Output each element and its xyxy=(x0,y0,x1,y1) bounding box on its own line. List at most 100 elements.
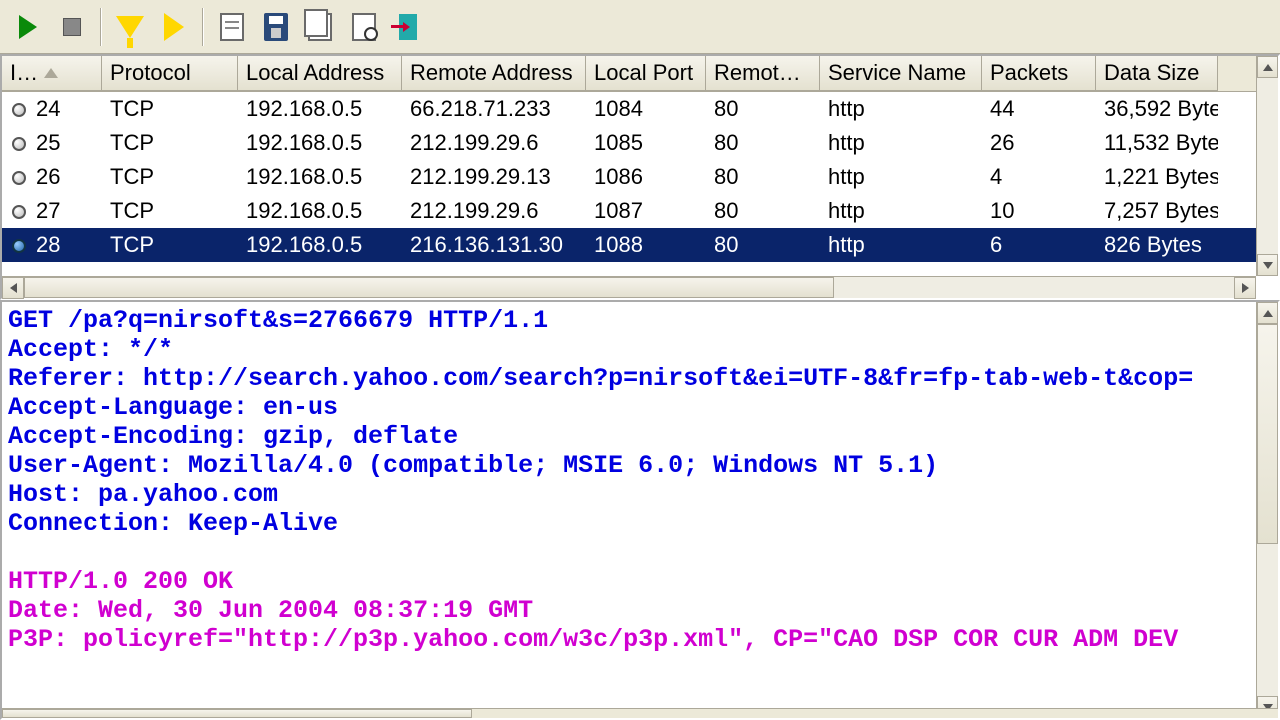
table-cell: 212.199.29.6 xyxy=(402,196,586,226)
table-cell: 7,257 Bytes xyxy=(1096,196,1218,226)
scroll-track[interactable] xyxy=(834,277,1234,298)
chevron-right-icon xyxy=(1242,283,1249,293)
scroll-track[interactable] xyxy=(1257,544,1278,696)
table-row[interactable]: 24TCP192.168.0.566.218.71.233108480http4… xyxy=(2,92,1278,126)
packet-detail-pane: GET /pa?q=nirsoft&s=2766679 HTTP/1.1 Acc… xyxy=(0,300,1280,720)
column-header-remote-address[interactable]: Remote Address xyxy=(402,56,586,91)
table-cell: 4 xyxy=(982,162,1096,192)
table-cell: 80 xyxy=(706,128,820,158)
table-body: 24TCP192.168.0.566.218.71.233108480http4… xyxy=(2,92,1278,298)
table-cell: 25 xyxy=(2,128,102,158)
new-button[interactable] xyxy=(212,7,252,47)
table-cell: TCP xyxy=(102,196,238,226)
column-header-local-address[interactable]: Local Address xyxy=(238,56,402,91)
start-capture-button[interactable] xyxy=(8,7,48,47)
detail-horizontal-scrollbar[interactable] xyxy=(2,708,1278,718)
table-cell: 66.218.71.233 xyxy=(402,94,586,124)
chevron-down-icon xyxy=(1263,262,1273,269)
table-cell: 1,221 Bytes xyxy=(1096,162,1218,192)
table-cell: 24 xyxy=(2,94,102,124)
table-cell: TCP xyxy=(102,128,238,158)
column-header-local-port[interactable]: Local Port xyxy=(586,56,706,91)
column-label: Local Address xyxy=(246,60,384,86)
capture-filter-button[interactable] xyxy=(110,7,150,47)
column-label: Data Size xyxy=(1104,60,1199,86)
table-cell: 1085 xyxy=(586,128,706,158)
play-icon xyxy=(19,15,37,39)
column-label: Remot… xyxy=(714,60,801,86)
table-cell: 192.168.0.5 xyxy=(238,196,402,226)
column-label: Local Port xyxy=(594,60,693,86)
table-cell: TCP xyxy=(102,230,238,260)
chevron-up-icon xyxy=(1263,64,1273,71)
toolbar xyxy=(0,0,1280,54)
table-cell: 26 xyxy=(2,162,102,192)
scroll-up-button[interactable] xyxy=(1257,56,1278,78)
table-cell: 10 xyxy=(982,196,1096,226)
column-header-protocol[interactable]: Protocol xyxy=(102,56,238,91)
table-cell: 11,532 Byte xyxy=(1096,128,1218,158)
table-row[interactable]: 25TCP192.168.0.5212.199.29.6108580http26… xyxy=(2,126,1278,160)
column-header-service[interactable]: Service Name xyxy=(820,56,982,91)
chevron-up-icon xyxy=(1263,310,1273,317)
column-header-data-size[interactable]: Data Size xyxy=(1096,56,1218,91)
properties-button[interactable] xyxy=(344,7,384,47)
column-header-remote-port[interactable]: Remot… xyxy=(706,56,820,91)
column-label: Protocol xyxy=(110,60,191,86)
scroll-down-button[interactable] xyxy=(1257,254,1278,276)
column-label: Remote Address xyxy=(410,60,573,86)
table-cell: TCP xyxy=(102,162,238,192)
status-dot-icon xyxy=(12,205,26,219)
column-header-packets[interactable]: Packets xyxy=(982,56,1096,91)
table-horizontal-scrollbar[interactable] xyxy=(2,276,1256,298)
http-response-text: HTTP/1.0 200 OK Date: Wed, 30 Jun 2004 0… xyxy=(8,567,1178,654)
detail-vertical-scrollbar[interactable] xyxy=(1256,302,1278,718)
column-header-index[interactable]: I… xyxy=(2,56,102,91)
exit-button[interactable] xyxy=(388,7,428,47)
scroll-track[interactable] xyxy=(1257,78,1278,254)
table-vertical-scrollbar[interactable] xyxy=(1256,56,1278,276)
table-cell: 212.199.29.13 xyxy=(402,162,586,192)
scroll-up-button[interactable] xyxy=(1257,302,1278,324)
stop-icon xyxy=(63,18,81,36)
table-cell: 6 xyxy=(982,230,1096,260)
sort-ascending-icon xyxy=(44,68,58,78)
table-cell: 216.136.131.30 xyxy=(402,230,586,260)
status-dot-icon xyxy=(12,103,26,117)
table-cell: 1084 xyxy=(586,94,706,124)
scroll-right-button[interactable] xyxy=(1234,277,1256,299)
copy-button[interactable] xyxy=(300,7,340,47)
toolbar-separator xyxy=(202,8,204,46)
table-row[interactable]: 27TCP192.168.0.5212.199.29.6108780http10… xyxy=(2,194,1278,228)
http-request-text: GET /pa?q=nirsoft&s=2766679 HTTP/1.1 Acc… xyxy=(8,306,1193,538)
table-cell: 1086 xyxy=(586,162,706,192)
status-dot-icon xyxy=(12,239,26,253)
exit-icon xyxy=(399,14,417,40)
table-cell: 44 xyxy=(982,94,1096,124)
table-cell: TCP xyxy=(102,94,238,124)
table-cell: 1088 xyxy=(586,230,706,260)
table-cell: 28 xyxy=(2,230,102,260)
table-cell: http xyxy=(820,230,982,260)
status-dot-icon xyxy=(12,137,26,151)
table-cell: 192.168.0.5 xyxy=(238,94,402,124)
save-button[interactable] xyxy=(256,7,296,47)
table-row[interactable]: 28TCP192.168.0.5216.136.131.30108880http… xyxy=(2,228,1278,262)
scroll-thumb[interactable] xyxy=(1257,324,1278,544)
table-cell: 826 Bytes xyxy=(1096,230,1218,260)
column-label: I… xyxy=(10,60,38,86)
status-dot-icon xyxy=(12,171,26,185)
display-filter-button[interactable] xyxy=(154,7,194,47)
packet-detail-text[interactable]: GET /pa?q=nirsoft&s=2766679 HTTP/1.1 Acc… xyxy=(2,302,1278,658)
triangle-icon xyxy=(164,13,184,41)
scroll-left-button[interactable] xyxy=(2,277,24,299)
stop-capture-button[interactable] xyxy=(52,7,92,47)
document-icon xyxy=(220,13,244,41)
scroll-thumb[interactable] xyxy=(2,709,472,718)
table-row[interactable]: 26TCP192.168.0.5212.199.29.13108680http4… xyxy=(2,160,1278,194)
funnel-icon xyxy=(116,16,144,38)
table-cell: http xyxy=(820,162,982,192)
properties-icon xyxy=(352,13,376,41)
scroll-thumb[interactable] xyxy=(24,277,834,298)
table-cell: 80 xyxy=(706,162,820,192)
